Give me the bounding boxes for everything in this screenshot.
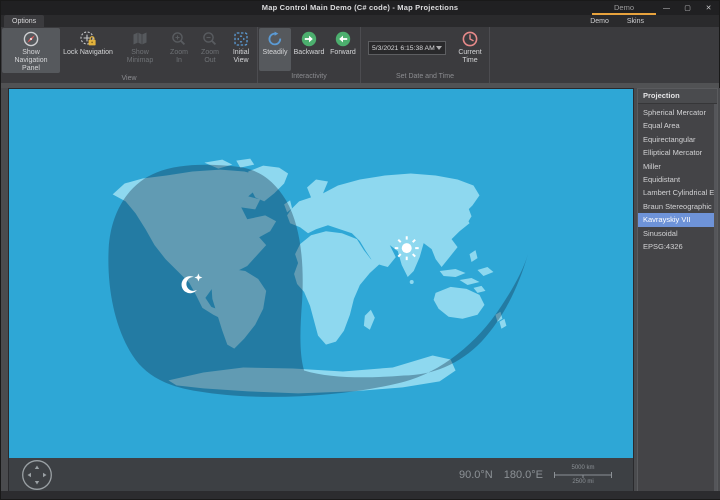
projection-list-item[interactable]: EPSG:4326 (638, 240, 717, 253)
projection-list-item[interactable]: Lambert Cylindrical Equal Area (638, 186, 717, 199)
button-label: Initial View (229, 49, 253, 65)
pan-up-arrow (35, 466, 39, 470)
button-label: Show Navigation Panel (5, 49, 57, 73)
map-control: 90.0°N 180.0°E 5000 km 2500 mi (8, 88, 634, 493)
button-label: Forward (330, 49, 356, 57)
pan-right-arrow (43, 473, 47, 477)
zoom-out-icon (201, 30, 219, 48)
latitude-readout: 90.0°N (459, 469, 493, 481)
pan-left-arrow (28, 473, 32, 477)
projection-list-item[interactable]: Braun Stereographic (638, 200, 717, 213)
main-area: 90.0°N 180.0°E 5000 km 2500 mi Projectio… (1, 88, 720, 493)
show-minimap-button: Show Minimap (116, 28, 164, 73)
button-label: Current Time (455, 49, 485, 65)
tab-skins[interactable]: Skins (627, 18, 644, 27)
current-time-button[interactable]: Current Time (452, 28, 488, 71)
projection-list-item[interactable]: Equal Area (638, 119, 717, 132)
projection-list-item[interactable]: Spherical Mercator (638, 106, 717, 119)
show-navigation-panel-button[interactable]: Show Navigation Panel (2, 28, 60, 73)
forward-button[interactable]: Forward (327, 28, 359, 71)
longitude-readout: 180.0°E (504, 469, 543, 481)
minimap-icon (131, 30, 149, 48)
panel-scrollbar[interactable] (714, 104, 717, 492)
app-window: Map Control Main Demo (C# code) - Map Pr… (0, 0, 720, 500)
scale-bar: 5000 km 2500 mi (554, 465, 612, 485)
projection-panel-title: Projection (638, 89, 717, 104)
backward-button[interactable]: Backward (291, 28, 327, 71)
button-label: Lock Navigation (63, 49, 113, 57)
datetime-input[interactable]: 5/3/2021 6:15:38 AM (368, 41, 446, 55)
projection-list-item[interactable]: Sinusoidal (638, 227, 717, 240)
compass-icon (22, 30, 40, 48)
steadily-button[interactable]: Steadily (259, 28, 291, 71)
projection-list-item[interactable]: Elliptical Mercator (638, 146, 717, 159)
button-label: Steadily (263, 49, 288, 57)
projection-list-item-selected[interactable]: Kavrayskiy VII (638, 213, 717, 226)
scale-mi-label: 2500 mi (572, 479, 593, 485)
projection-list: Spherical Mercator Equal Area Equirectan… (638, 104, 717, 253)
pan-navigation-control[interactable] (21, 459, 53, 491)
group-label-interactivity: Interactivity (258, 71, 360, 83)
window-title: Map Control Main Demo (C# code) - Map Pr… (1, 3, 719, 12)
button-label: Show Minimap (119, 49, 161, 65)
chevron-down-icon (436, 46, 442, 50)
button-label: Zoom Out (197, 49, 223, 65)
ribbon-group-datetime: 5/3/2021 6:15:38 AM Current Time Set Dat… (361, 27, 490, 83)
rotate-arrow-icon (266, 30, 284, 48)
button-label: Zoom In (167, 49, 191, 65)
projection-list-item[interactable]: Equidistant (638, 173, 717, 186)
scale-bar-ruler (554, 471, 612, 479)
initial-view-icon (232, 30, 250, 48)
ribbon-group-view: Show Navigation Panel Lock Navigation (1, 27, 258, 83)
ribbon-group-interactivity: Steadily Backward Forw (258, 27, 361, 83)
map-viewport[interactable] (9, 89, 633, 458)
ribbon: Show Navigation Panel Lock Navigation (1, 27, 719, 83)
initial-view-button[interactable]: Initial View (226, 28, 256, 73)
projection-list-item[interactable]: Miller (638, 160, 717, 173)
tab-demo[interactable]: Demo (590, 18, 609, 27)
group-label-view: View (1, 73, 257, 84)
projection-panel: Projection Spherical Mercator Equal Area… (637, 88, 718, 493)
title-bar: Map Control Main Demo (C# code) - Map Pr… (1, 1, 719, 15)
island-sri-lanka (410, 280, 414, 284)
arrow-right-circle-icon (300, 30, 318, 48)
lock-navigation-icon (79, 30, 97, 48)
zoom-in-icon (170, 30, 188, 48)
zoom-in-button: Zoom In (164, 28, 194, 73)
window-bottom-edge (1, 491, 720, 499)
button-label: Backward (294, 49, 325, 57)
pan-down-arrow (35, 481, 39, 485)
datetime-value: 5/3/2021 6:15:38 AM (372, 45, 436, 52)
lock-navigation-button[interactable]: Lock Navigation (60, 28, 116, 73)
tab-options[interactable]: Options (4, 15, 44, 27)
arrow-left-circle-icon (334, 30, 352, 48)
clock-icon (461, 30, 479, 48)
projection-list-item[interactable]: Equirectangular (638, 133, 717, 146)
zoom-out-button: Zoom Out (194, 28, 226, 73)
map-footer: 90.0°N 180.0°E 5000 km 2500 mi (9, 458, 633, 492)
group-label-datetime: Set Date and Time (361, 71, 489, 83)
ribbon-tab-row: Options Demo Skins (1, 15, 719, 27)
